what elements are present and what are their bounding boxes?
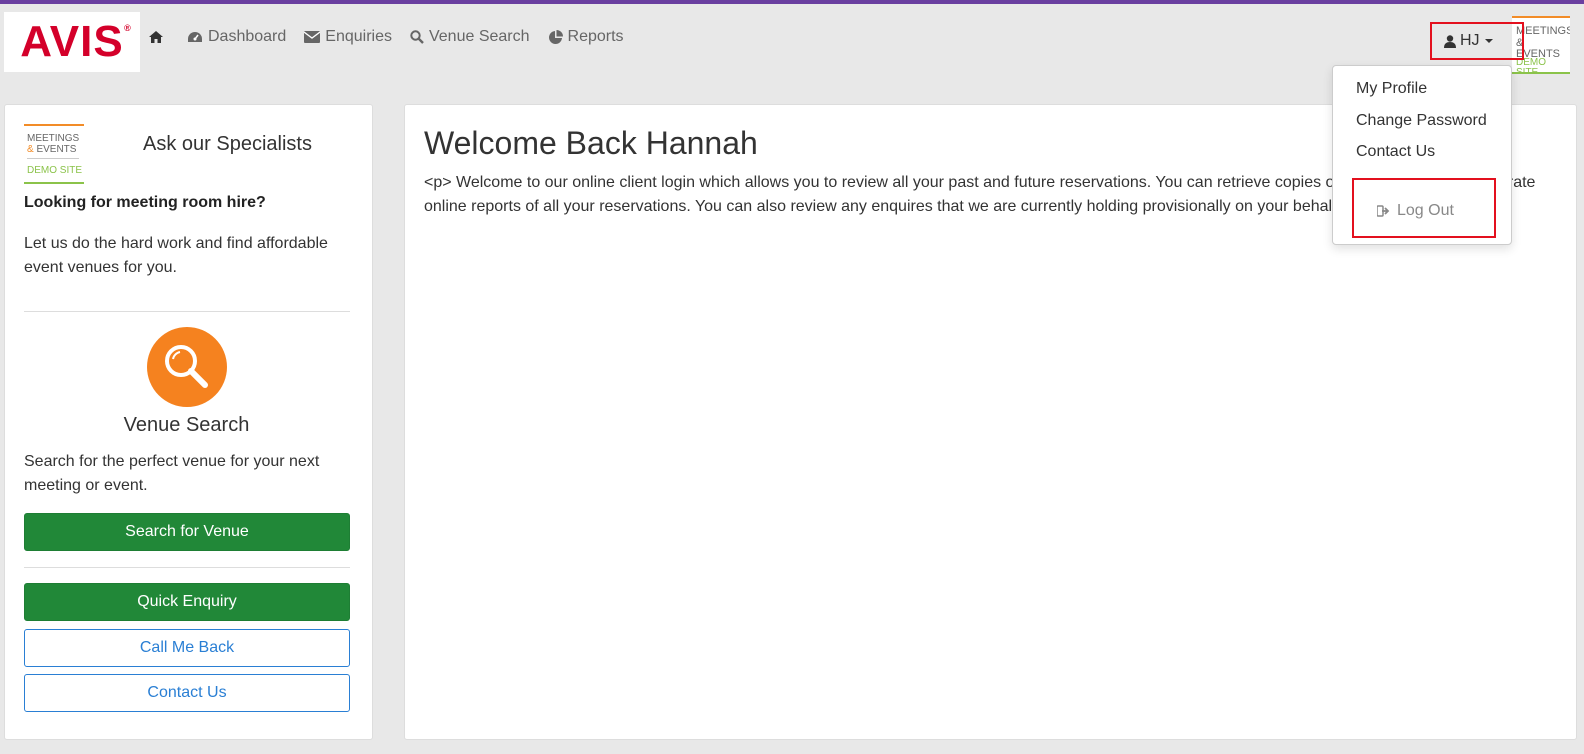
venue-search-text: Search for the perfect venue for your ne… [24,453,320,494]
specialists-sidebar: MEETINGS & EVENTS DEMO SITE Ask our Spec… [4,104,373,740]
user-menu-toggle[interactable]: HJ [1444,28,1493,54]
menu-item-my-profile[interactable]: My Profile [1356,80,1427,98]
avis-logo[interactable]: AVIS ® [4,12,140,72]
logo-line2: & EVENTS [27,144,77,155]
brand-name: AVIS ® [20,17,132,66]
nav-reports[interactable]: Reports [548,28,624,46]
log-out-label: Log Out [1397,202,1454,219]
meeting-room-heading: Looking for meeting room hire? [24,194,266,211]
dashboard-icon [188,32,202,42]
nav-dashboard-label: Dashboard [208,28,287,45]
venue-search-badge[interactable] [147,327,227,407]
menu-item-log-out[interactable]: Log Out [1377,202,1454,220]
nav-enquiries-label: Enquiries [325,28,392,45]
nav-venue-search[interactable]: Venue Search [410,28,530,46]
nav-enquiries[interactable]: Enquiries [304,28,392,46]
meetings-events-corner-logo: MEETINGS & EVENTS DEMO SITE [1512,16,1570,74]
venue-search-title: Venue Search [123,414,250,436]
divider [24,567,350,568]
envelope-icon [304,31,321,43]
search-icon [410,30,424,44]
menu-item-change-password[interactable]: Change Password [1356,112,1487,130]
divider [24,311,350,312]
nav-reports-label: Reports [567,28,624,45]
user-initials: HJ [1460,32,1480,49]
nav-venue-search-label: Venue Search [428,28,530,45]
contact-us-button[interactable]: Contact Us [24,674,350,712]
welcome-title: Welcome Back Hannah [424,125,758,161]
corner-logo-line1: MEETINGS [1516,25,1570,37]
quick-enquiry-button[interactable]: Quick Enquiry [24,583,350,621]
main-nav: Dashboard Enquiries Venue Search Reports [148,28,642,46]
nav-home[interactable] [148,30,169,44]
user-dropdown-menu: My Profile Change Password Contact Us Lo… [1332,65,1512,245]
magnifier-icon [165,345,208,388]
call-me-back-button[interactable]: Call Me Back [24,629,350,667]
nav-dashboard[interactable]: Dashboard [187,28,286,46]
meetings-events-logo: MEETINGS & EVENTS DEMO SITE [24,124,84,184]
meeting-room-text: Let us do the hard work and find afforda… [24,235,328,276]
home-icon [149,31,163,43]
logo-line1: MEETINGS [27,133,80,144]
search-for-venue-button[interactable]: Search for Venue [24,513,350,551]
ask-specialists-title: Ask our Specialists [143,133,312,155]
pie-chart-icon [548,29,563,44]
logo-line3: DEMO SITE [27,165,83,176]
sign-out-icon [1377,205,1390,217]
logo-divider [27,158,79,159]
caret-down-icon [1484,39,1493,43]
menu-item-contact-us[interactable]: Contact Us [1356,143,1435,161]
corner-logo-line3: DEMO SITE [1516,57,1546,74]
user-icon [1444,34,1456,48]
